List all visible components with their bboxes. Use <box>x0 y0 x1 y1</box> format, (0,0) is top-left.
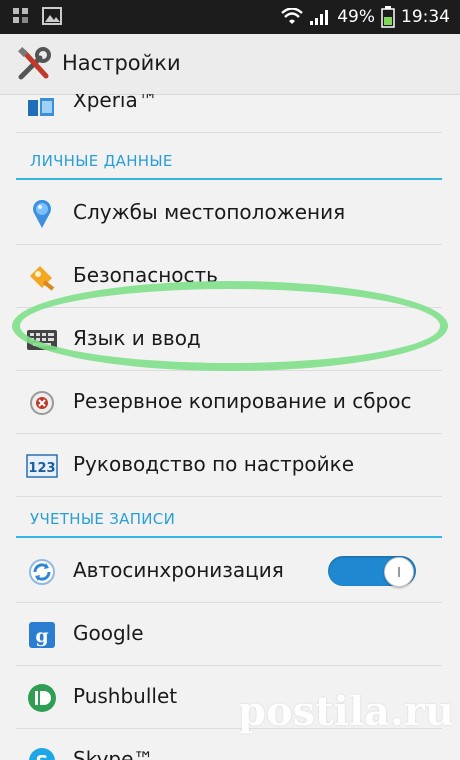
settings-list: Xperia™ ЛИЧНЫЕ ДАННЫЕ Службы местоположе… <box>0 94 460 760</box>
keyboard-icon <box>27 330 57 350</box>
signal-icon <box>310 10 329 25</box>
page-title: Настройки <box>62 51 181 75</box>
item-label: Руководство по настройке <box>73 452 355 476</box>
item-label: Google <box>73 621 144 645</box>
status-bar: 49% 19:34 <box>0 0 460 34</box>
battery-percent: 49% <box>337 7 375 27</box>
svg-text:123: 123 <box>28 461 55 476</box>
clock: 19:34 <box>401 7 450 27</box>
skype-icon: S <box>29 748 55 760</box>
list-item-xperia[interactable]: Xperia™ <box>16 94 442 133</box>
item-label: Безопасность <box>73 263 218 287</box>
list-item-setup-guide[interactable]: 123 Руководство по настройке <box>16 434 442 497</box>
sync-icon <box>29 559 55 585</box>
item-label: Skype™ <box>73 747 154 760</box>
notification-image-icon <box>42 7 62 25</box>
list-item-language[interactable]: Язык и ввод <box>16 308 442 371</box>
list-item-autosync[interactable]: Автосинхронизация <box>16 540 442 603</box>
item-label: Резервное копирование и сброс <box>73 389 412 413</box>
item-label: Автосинхронизация <box>73 558 284 582</box>
watermark-text: postila.ru <box>238 688 455 735</box>
list-item-backup-reset[interactable]: Резервное копирование и сброс <box>16 371 442 434</box>
status-right: 49% 19:34 <box>281 0 450 34</box>
section-header-accounts: УЧЕТНЫЕ ЗАПИСИ <box>16 502 442 538</box>
google-icon: g <box>29 622 55 648</box>
svg-text:g: g <box>35 625 48 647</box>
backup-reset-icon <box>30 391 54 415</box>
123-guide-icon: 123 <box>26 454 58 478</box>
location-pin-icon <box>33 199 51 228</box>
autosync-toggle[interactable] <box>328 556 416 587</box>
pushbullet-icon <box>28 684 56 712</box>
item-label: Xperia™ <box>73 94 158 112</box>
section-header-personal: ЛИЧНЫЕ ДАННЫЕ <box>16 144 442 180</box>
settings-wrench-icon[interactable] <box>16 47 52 81</box>
list-item-location[interactable]: Службы местоположения <box>16 182 442 245</box>
item-label: Службы местоположения <box>73 200 346 224</box>
item-label: Язык и ввод <box>73 326 201 350</box>
list-item-security[interactable]: Безопасность <box>16 245 442 308</box>
action-bar: Настройки <box>0 34 460 95</box>
notification-icons <box>12 7 62 25</box>
notification-app-icon <box>13 8 28 23</box>
section-label: ЛИЧНЫЕ ДАННЫЕ <box>30 152 173 170</box>
security-lock-icon <box>30 266 55 291</box>
xperia-icon <box>28 98 54 116</box>
section-label: УЧЕТНЫЕ ЗАПИСИ <box>30 510 176 528</box>
battery-icon <box>381 6 395 28</box>
wifi-icon <box>281 8 304 24</box>
list-item-google[interactable]: g Google <box>16 603 442 666</box>
svg-text:S: S <box>36 752 49 760</box>
toggle-knob <box>384 557 414 587</box>
